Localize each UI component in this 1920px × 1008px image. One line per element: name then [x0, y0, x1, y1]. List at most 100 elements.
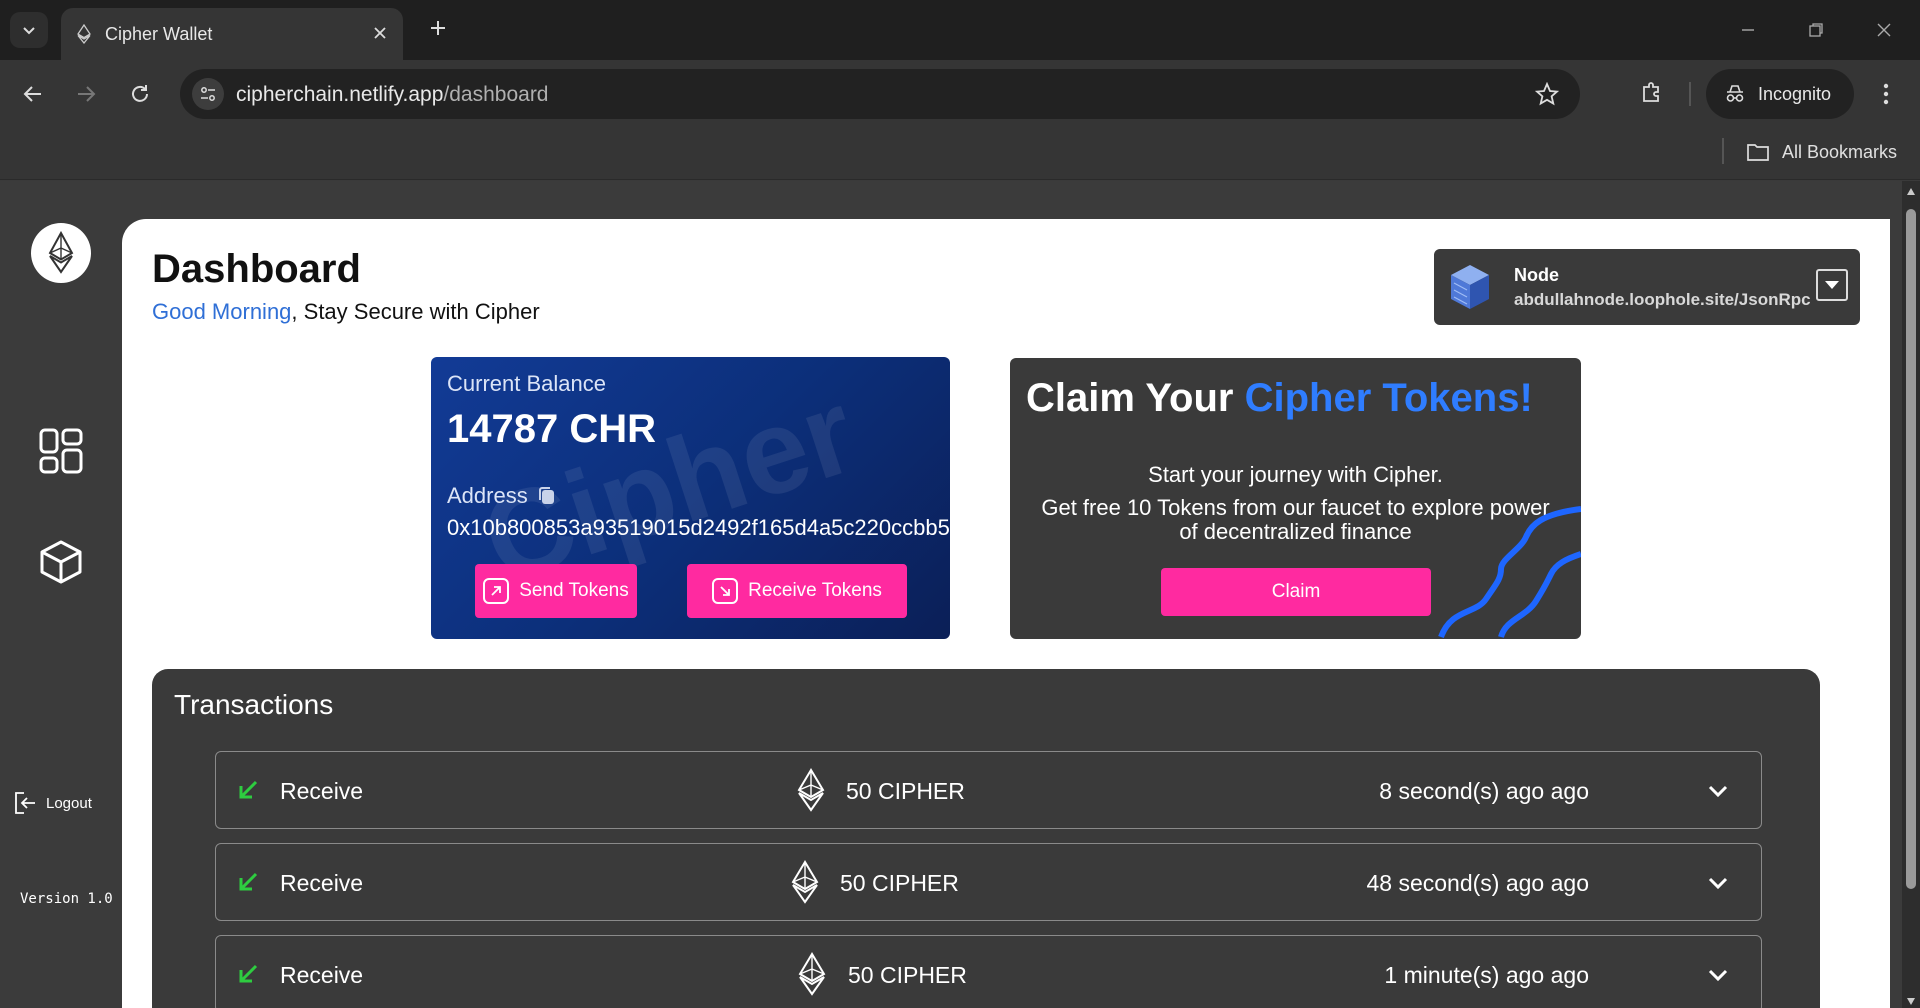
all-bookmarks-button[interactable]: All Bookmarks: [1746, 136, 1897, 168]
toolbar-divider: [1689, 82, 1691, 106]
window-close-button[interactable]: [1866, 14, 1902, 46]
transaction-type: Receive: [280, 870, 364, 896]
url-host: cipherchain.netlify.app: [236, 83, 444, 106]
ethereum-icon: [48, 231, 74, 274]
close-icon: [1877, 23, 1891, 37]
bookmarks-bar: All Bookmarks: [0, 128, 1920, 180]
sidebar-item-blocks[interactable]: [36, 537, 86, 587]
app-logo[interactable]: [31, 223, 91, 283]
restore-icon: [1809, 23, 1823, 37]
receive-arrow-icon: [239, 780, 258, 799]
ethereum-icon: [77, 24, 91, 44]
incognito-badge[interactable]: Incognito: [1706, 69, 1854, 119]
forward-button[interactable]: [66, 74, 106, 114]
sidebar-item-dashboard[interactable]: [36, 426, 86, 476]
transaction-amount: 50 CIPHER: [846, 778, 965, 804]
transaction-row[interactable]: Receive 50 CIPHER 1 minute(s) ago ago: [215, 935, 1762, 1008]
transaction-time: 48 second(s) ago ago: [1366, 870, 1590, 896]
incognito-label: Incognito: [1758, 83, 1832, 104]
node-selector[interactable]: Node abdullahnode.loophole.site/JsonRpc: [1434, 249, 1860, 325]
browser-tabstrip: Cipher Wallet: [0, 0, 1920, 60]
scrollbar-thumb[interactable]: [1906, 209, 1916, 889]
transactions-title: Transactions: [174, 689, 334, 720]
claim-title-accent: Cipher Tokens!: [1244, 376, 1533, 420]
copy-icon: [538, 487, 554, 504]
receive-icon: [712, 578, 739, 604]
page-scrollbar[interactable]: [1902, 181, 1920, 1008]
dashboard-icon: [39, 428, 83, 474]
sidebar: Logout Version 1.0: [0, 181, 122, 1008]
site-info-icon[interactable]: [192, 78, 224, 110]
greeting: Good Morning, Stay Secure with Cipher: [152, 299, 540, 325]
bookmark-star-button[interactable]: [1534, 81, 1560, 107]
node-cube-icon: [1451, 265, 1489, 309]
transaction-type: Receive: [280, 778, 364, 804]
transaction-row[interactable]: Receive 50 CIPHER 48 second(s) ago ago: [215, 843, 1762, 921]
back-button[interactable]: [13, 74, 53, 114]
balance-label: Current Balance: [447, 371, 606, 396]
tab-close-button[interactable]: [369, 22, 391, 44]
greeting-accent: Good Morning: [152, 299, 292, 324]
new-tab-button[interactable]: [424, 14, 452, 42]
arrow-left-icon: [23, 86, 41, 102]
browser-toolbar: cipherchain.netlify.app/dashboard Incogn…: [0, 60, 1920, 128]
node-dropdown-button[interactable]: [1816, 269, 1848, 301]
extensions-button[interactable]: [1632, 72, 1672, 112]
ethereum-icon: [797, 768, 825, 812]
receive-arrow-icon: [239, 964, 258, 983]
address-label-row: Address: [447, 483, 556, 509]
balance-value: 14787 CHR: [447, 407, 657, 451]
version-label: Version 1.0: [20, 891, 113, 907]
chevron-down-icon: [23, 27, 35, 35]
puzzle-icon: [1643, 82, 1659, 102]
transaction-type: Receive: [280, 962, 364, 988]
send-icon: [483, 578, 510, 604]
transaction-amount: 50 CIPHER: [848, 962, 967, 988]
receive-tokens-button[interactable]: Receive Tokens: [687, 564, 907, 618]
send-tokens-button[interactable]: Send Tokens: [475, 564, 637, 618]
close-icon: [374, 27, 386, 39]
scroll-up-icon[interactable]: [1906, 187, 1916, 197]
minimize-button[interactable]: [1730, 14, 1766, 46]
receive-tokens-label: Receive Tokens: [748, 580, 882, 601]
transaction-row[interactable]: Receive 50 CIPHER 8 second(s) ago ago: [215, 751, 1762, 829]
plus-icon: [431, 21, 445, 35]
node-url: abdullahnode.loophole.site/JsonRpc: [1514, 290, 1811, 309]
restore-button[interactable]: [1798, 14, 1834, 46]
transaction-time: 1 minute(s) ago ago: [1384, 962, 1589, 988]
decorative-squiggle: [1438, 506, 1581, 639]
star-icon: [1535, 82, 1559, 106]
incognito-icon: [1726, 85, 1744, 102]
browser-menu-button[interactable]: [1870, 74, 1902, 114]
chevron-down-icon[interactable]: [1705, 870, 1731, 896]
claim-title: Claim Your Cipher Tokens!: [1026, 376, 1533, 421]
transactions-panel: Transactions Receive 50 CIPHER 8 second(…: [152, 669, 1820, 1008]
claim-button[interactable]: Claim: [1161, 568, 1431, 616]
node-label: Node: [1514, 265, 1559, 285]
copy-address-button[interactable]: [538, 486, 556, 506]
transaction-time: 8 second(s) ago ago: [1379, 778, 1589, 804]
claim-card: Claim Your Cipher Tokens! Start your jou…: [1010, 358, 1581, 639]
address-bar[interactable]: cipherchain.netlify.app/dashboard: [180, 69, 1580, 119]
wallet-address: 0x10b800853a93519015d2492f165d4a5c220ccb…: [447, 515, 950, 540]
reload-icon: [132, 85, 148, 102]
send-tokens-label: Send Tokens: [519, 580, 629, 601]
folder-icon: [1747, 144, 1769, 161]
scroll-down-icon[interactable]: [1906, 996, 1916, 1006]
chevron-down-icon[interactable]: [1705, 778, 1731, 804]
greeting-rest: , Stay Secure with Cipher: [291, 299, 540, 324]
logout-button[interactable]: Logout: [12, 790, 92, 816]
app-viewport: Logout Version 1.0 Dashboard Good Mornin…: [0, 181, 1902, 1008]
ethereum-icon: [798, 952, 826, 996]
url-path: /dashboard: [443, 83, 549, 106]
tab-search-button[interactable]: [10, 12, 48, 48]
reload-button[interactable]: [120, 74, 160, 114]
all-bookmarks-label: All Bookmarks: [1782, 141, 1898, 162]
minimize-icon: [1742, 29, 1754, 31]
arrow-right-icon: [78, 86, 96, 102]
browser-tab[interactable]: Cipher Wallet: [61, 8, 403, 60]
chevron-down-icon[interactable]: [1705, 962, 1731, 988]
claim-title-plain: Claim Your: [1026, 376, 1245, 420]
kebab-menu-icon: [1883, 83, 1889, 105]
page-title: Dashboard: [152, 247, 361, 291]
